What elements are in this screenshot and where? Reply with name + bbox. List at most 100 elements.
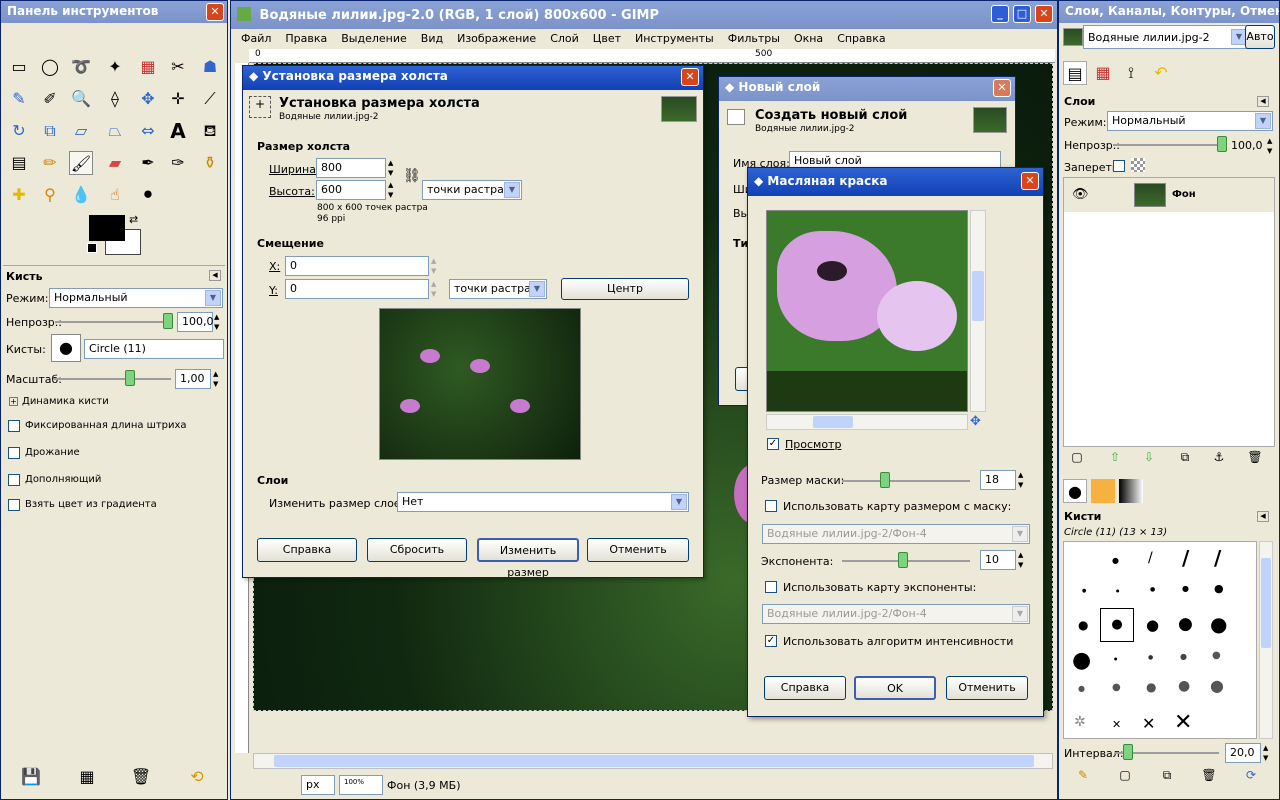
panel-menu-icon[interactable]: ◀ <box>1257 96 1269 107</box>
mask-size-thumb[interactable] <box>880 472 890 488</box>
spin-arrows-icon[interactable]: ▲ ▼ <box>388 180 393 200</box>
interval-input[interactable]: 20,0 <box>1225 743 1261 763</box>
intensity-label[interactable]: Использовать алгоритм интенсивности <box>783 635 1013 648</box>
scale-input[interactable]: 1,00 <box>175 369 211 389</box>
layer-opacity-slider[interactable] <box>1113 144 1223 146</box>
opacity-slider[interactable] <box>55 321 167 323</box>
brush-item[interactable]: ● <box>1112 556 1119 565</box>
option-checkbox-1[interactable] <box>8 447 20 459</box>
zoom-combo[interactable]: 100% <box>339 775 383 795</box>
layer-opacity-value[interactable]: 100,0 <box>1231 139 1263 152</box>
use-exp-map-label[interactable]: Использовать карту экспоненты: <box>783 581 976 594</box>
delete-layer-icon[interactable]: 🗑 <box>1243 445 1267 469</box>
rotate-icon[interactable]: ↻ <box>7 119 31 143</box>
spin-arrows-icon[interactable]: ▲ ▼ <box>213 369 218 389</box>
brush-item[interactable]: ✕ <box>1174 710 1192 735</box>
brush-preview-button[interactable]: ● <box>51 334 81 362</box>
brush-item[interactable]: ● <box>1180 652 1187 661</box>
option-checkbox-2[interactable] <box>8 474 20 486</box>
spin-arrows-icon[interactable]: ▲ ▼ <box>214 312 219 332</box>
use-mask-map-checkbox[interactable] <box>765 500 777 512</box>
lock-alpha-icon[interactable] <box>1131 158 1145 172</box>
brush-item[interactable]: ✕ <box>1112 718 1121 731</box>
brush-item[interactable]: ● <box>1178 678 1190 694</box>
dialog-titlebar[interactable]: ◆ Установка размера холста ✕ <box>243 66 703 90</box>
airbrush-icon[interactable]: ✒ <box>136 151 160 175</box>
brush-item[interactable]: / <box>1182 546 1189 570</box>
menu-view[interactable]: Вид <box>421 29 449 49</box>
perspective-clone-icon[interactable]: ⚲ <box>38 183 62 207</box>
layer-mode-combo[interactable]: Нормальный ▼ <box>1107 111 1273 131</box>
y-offset-input[interactable]: 0 <box>285 279 429 299</box>
brush-item[interactable]: ● <box>1146 616 1159 634</box>
width-input[interactable]: 800 <box>316 158 386 178</box>
maximize-icon[interactable]: □ <box>1013 5 1031 23</box>
spin-arrows-icon[interactable]: ▲ ▼ <box>1267 136 1272 156</box>
exponent-thumb[interactable] <box>898 552 908 568</box>
help-button[interactable]: Справка <box>257 538 357 562</box>
spin-arrows-icon[interactable]: ▲ ▼ <box>431 256 436 276</box>
option-checkbox-3[interactable] <box>8 499 20 511</box>
reset-button[interactable]: Сбросить <box>367 538 467 562</box>
brush-item[interactable]: ● <box>1112 682 1121 693</box>
brushes-vscroll-thumb[interactable] <box>1261 558 1271 648</box>
duplicate-brush-icon[interactable]: ⧉ <box>1155 763 1179 787</box>
delete-brush-icon[interactable]: 🗑 <box>1197 763 1221 787</box>
layers-tab-icon[interactable]: ▤ <box>1063 61 1087 85</box>
help-button[interactable]: Справка <box>764 676 846 700</box>
channels-tab-icon[interactable]: ▦ <box>1091 61 1115 85</box>
brush-item[interactable]: ● <box>1178 614 1193 634</box>
use-exp-map-checkbox[interactable] <box>765 581 777 593</box>
option-label-3[interactable]: Взять цвет из градиента <box>25 499 157 510</box>
patterns-tab-icon[interactable] <box>1091 479 1115 503</box>
close-icon[interactable]: ✕ <box>1035 5 1053 23</box>
layer-opacity-thumb[interactable] <box>1217 136 1227 152</box>
offset-preview[interactable] <box>379 308 581 460</box>
text-icon[interactable]: A <box>166 119 190 143</box>
new-brush-icon[interactable]: ▢ <box>1113 763 1137 787</box>
brush-item[interactable]: ● <box>1210 612 1227 636</box>
preview-vscroll-thumb[interactable] <box>972 271 984 321</box>
scale-icon[interactable]: ⧉ <box>38 119 62 143</box>
brush-item[interactable]: ● <box>1214 582 1224 595</box>
crop-icon[interactable]: ⟋ <box>198 87 222 111</box>
opacity-input[interactable]: 100,0 <box>177 312 214 332</box>
brush-item[interactable]: ● <box>1114 656 1118 661</box>
foreground-select-icon[interactable]: ☗ <box>198 55 222 79</box>
panel-menu-icon[interactable]: ◀ <box>1257 511 1269 522</box>
layer-row[interactable]: 👁 Фон <box>1064 178 1274 212</box>
option-label-0[interactable]: Фиксированная длина штриха <box>25 420 187 431</box>
brush-item[interactable]: ✕ <box>1142 714 1155 733</box>
chain-link-icon[interactable]: ⛓ <box>403 168 421 184</box>
spin-arrows-icon[interactable]: ▲ ▼ <box>1263 743 1268 763</box>
align-icon[interactable]: ✛ <box>166 87 190 111</box>
dock-titlebar[interactable]: Слои, Каналы, Контуры, Отменит... <box>1059 1 1279 23</box>
close-icon[interactable]: ✕ <box>681 68 699 86</box>
smudge-icon[interactable]: ☝ <box>103 183 127 207</box>
brush-item[interactable]: / <box>1214 546 1221 570</box>
oilify-preview[interactable] <box>766 210 968 412</box>
mask-size-slider[interactable] <box>842 480 970 482</box>
brush-item[interactable]: ● <box>1082 588 1086 594</box>
spin-arrows-icon[interactable]: ▲ ▼ <box>431 279 436 299</box>
measure-icon[interactable]: ⟠ <box>103 87 127 111</box>
perspective-icon[interactable]: ⏢ <box>103 119 127 143</box>
swap-colors-icon[interactable]: ⇄ <box>129 213 138 226</box>
menu-image[interactable]: Изображение <box>457 29 542 49</box>
brush-item[interactable]: ● <box>1078 618 1088 632</box>
bucket-fill-icon[interactable]: ⛾ <box>198 119 222 143</box>
flip-icon[interactable]: ⇔ <box>136 119 160 143</box>
resize-layers-combo[interactable]: Нет ▼ <box>397 492 689 512</box>
option-label-2[interactable]: Дополняющий <box>25 474 101 485</box>
brushes-tab-icon[interactable]: ● <box>1063 479 1087 503</box>
toolbox-titlebar[interactable]: Панель инструментов ✕ <box>1 1 227 23</box>
brush-item[interactable]: ● <box>1078 684 1085 693</box>
brush-item[interactable]: ● <box>1072 648 1091 673</box>
anchor-icon[interactable]: ⚓ <box>1207 445 1231 469</box>
edit-brush-icon[interactable]: ✎ <box>1071 763 1095 787</box>
new-layer-icon[interactable]: ▢ <box>1065 445 1089 469</box>
eraser-icon[interactable]: ▰ <box>103 151 127 175</box>
height-input[interactable]: 600 <box>316 180 386 200</box>
blend-icon[interactable]: ▤ <box>7 151 31 175</box>
raise-layer-icon[interactable]: ⇧ <box>1103 445 1127 469</box>
